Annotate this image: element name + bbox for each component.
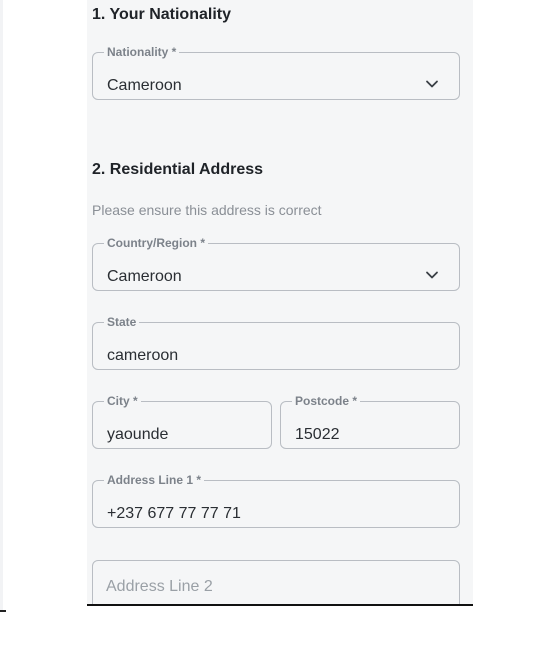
address-line-2-input[interactable]: Address Line 2 xyxy=(92,560,460,604)
postcode-input[interactable]: Postcode * 15022 xyxy=(280,394,460,449)
postcode-label: Postcode * xyxy=(295,394,358,408)
address-hint: Please ensure this address is correct xyxy=(92,202,322,218)
address-line-1-label: Address Line 1 * xyxy=(107,473,202,487)
form-panel: 1. Your Nationality Nationality * Camero… xyxy=(87,0,473,604)
chevron-down-icon[interactable] xyxy=(425,268,439,282)
address-section-title: 2. Residential Address xyxy=(92,161,264,178)
nationality-label: Nationality * xyxy=(107,45,177,59)
city-input[interactable]: City * yaounde xyxy=(92,394,272,449)
address-line-2-placeholder: Address Line 2 xyxy=(106,578,213,595)
state-label: State xyxy=(107,315,137,329)
address-line-1-input[interactable]: Address Line 1 * +237 677 77 77 71 xyxy=(92,473,460,528)
city-label: City * xyxy=(107,394,138,408)
panel-bottom-border xyxy=(87,604,473,606)
chevron-down-icon[interactable] xyxy=(425,77,439,91)
postcode-value: 15022 xyxy=(295,426,340,443)
country-region-label: Country/Region * xyxy=(107,236,205,250)
state-value: cameroon xyxy=(107,347,179,364)
nationality-select[interactable]: Nationality * Cameroon xyxy=(92,45,460,100)
nationality-section-title: 1. Your Nationality xyxy=(92,6,231,23)
nationality-value: Cameroon xyxy=(107,77,182,94)
left-edge-strip xyxy=(0,0,3,610)
state-input[interactable]: State cameroon xyxy=(92,315,460,370)
left-edge-divider xyxy=(0,610,6,612)
country-region-select[interactable]: Country/Region * Cameroon xyxy=(92,236,460,291)
address-line-1-value: +237 677 77 77 71 xyxy=(107,505,241,522)
city-value: yaounde xyxy=(107,426,169,443)
country-region-value: Cameroon xyxy=(107,268,182,285)
